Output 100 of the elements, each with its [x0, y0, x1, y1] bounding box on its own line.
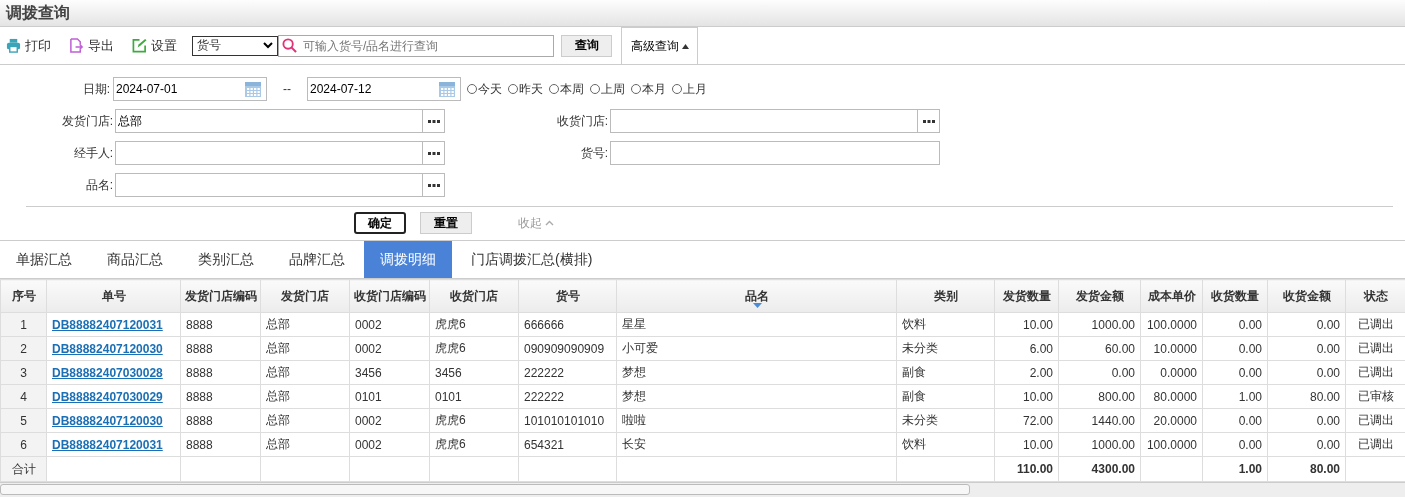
date-range-radio[interactable]: 本月 [631, 80, 666, 98]
column-header[interactable]: 收货门店 [429, 279, 519, 313]
table-cell: 800.00 [1058, 384, 1141, 409]
table-cell: 6.00 [994, 336, 1059, 361]
scrollbar-thumb[interactable] [0, 484, 970, 495]
column-header[interactable]: 货号 [518, 279, 617, 313]
table-cell: 啦啦 [616, 408, 897, 433]
date-label: 日期: [81, 80, 111, 98]
table-cell: 8888 [180, 336, 261, 361]
total-cell: 80.00 [1267, 456, 1346, 482]
table-cell: 0.00 [1267, 408, 1346, 433]
date-range-radio[interactable]: 上周 [590, 80, 625, 98]
table-cell: 0.00 [1058, 360, 1141, 385]
column-header[interactable]: 发货门店 [260, 279, 350, 313]
sort-down-icon [752, 303, 762, 308]
confirm-button[interactable]: 确定 [354, 212, 406, 234]
table-cell: 0.00 [1202, 432, 1268, 457]
calendar-icon [438, 80, 456, 98]
column-header[interactable]: 收货门店编码 [349, 279, 430, 313]
table-cell: 0.00 [1267, 432, 1346, 457]
date-range-radio[interactable]: 昨天 [508, 80, 543, 98]
table-cell: 1440.00 [1058, 408, 1141, 433]
date-range-radio[interactable]: 上月 [672, 80, 707, 98]
column-header[interactable]: 发货数量 [994, 279, 1059, 313]
table-cell: 未分类 [896, 336, 995, 361]
calendar-icon [244, 80, 262, 98]
table-cell: 总部 [260, 336, 350, 361]
table-cell: 3456 [349, 360, 430, 385]
search-icon [282, 38, 297, 53]
table-cell: 666666 [518, 312, 617, 337]
table-cell: 总部 [260, 432, 350, 457]
table-cell: 0.00 [1202, 336, 1268, 361]
table-cell: 星星 [616, 312, 897, 337]
table-cell: 副食 [896, 384, 995, 409]
column-header[interactable]: 品名 [616, 279, 897, 313]
table-cell: 8888 [180, 360, 261, 385]
table-cell: 10.00 [994, 312, 1059, 337]
tab[interactable]: 门店调拨汇总(横排) [455, 241, 609, 278]
table-cell: 副食 [896, 360, 995, 385]
table-cell: 总部 [260, 408, 350, 433]
date-field[interactable]: 2024-07-01 [113, 77, 267, 101]
advanced-query-tab[interactable]: 高级查询 [621, 27, 698, 64]
date-field[interactable]: 2024-07-12 [307, 77, 461, 101]
ellipsis-icon [922, 119, 935, 123]
column-header[interactable]: 单号 [46, 279, 181, 313]
table-cell: 0002 [349, 432, 430, 457]
table-cell: 饮料 [896, 432, 995, 457]
table-cell: 0.00 [1202, 408, 1268, 433]
tab[interactable]: 调拨明细 [364, 241, 452, 278]
table-cell: 100.0000 [1140, 312, 1203, 337]
export-button[interactable]: 导出 [69, 36, 114, 55]
page-title: 调拨查询 [6, 2, 70, 23]
date-range-radio[interactable]: 本周 [549, 80, 584, 98]
table-cell: 222222 [518, 360, 617, 385]
column-header[interactable]: 类别 [896, 279, 995, 313]
column-header[interactable]: 成本单价 [1140, 279, 1203, 313]
column-header[interactable]: 收货金额 [1267, 279, 1346, 313]
search-field[interactable]: 可输入货号/品名进行查询 [278, 34, 554, 57]
query-button[interactable]: 查询 [561, 34, 612, 57]
search-type-select[interactable]: 货号 [192, 35, 278, 56]
table-cell: 222222 [518, 384, 617, 409]
table-cell: 虎虎6 [429, 312, 519, 337]
table-cell: 长安 [616, 432, 897, 457]
column-header[interactable]: 发货金额 [1058, 279, 1141, 313]
ellipsis-icon [427, 119, 440, 123]
field-label: 发货门店: [60, 112, 114, 130]
date-range-radio[interactable]: 今天 [467, 80, 502, 98]
table-cell: 虎虎6 [429, 408, 519, 433]
column-header[interactable]: 收货数量 [1202, 279, 1268, 313]
table-cell: 0.00 [1267, 360, 1346, 385]
table-cell: 60.00 [1058, 336, 1141, 361]
table-cell: 1.00 [1202, 384, 1268, 409]
field-label: 货号: [579, 144, 609, 162]
chevron-down-icon [263, 42, 273, 49]
settings-button[interactable]: 设置 [132, 36, 177, 55]
table-cell: 0.00 [1202, 312, 1268, 337]
tab[interactable]: 品牌汇总 [273, 241, 361, 278]
chevron-up-icon [545, 220, 554, 226]
reset-button[interactable]: 重置 [420, 212, 472, 234]
field-label: 收货门店: [555, 112, 609, 130]
print-button[interactable]: 打印 [6, 36, 51, 55]
table-cell: 0101 [429, 384, 519, 409]
table-cell: 8888 [180, 408, 261, 433]
table-cell: 虎虎6 [429, 336, 519, 361]
column-header[interactable]: 序号 [0, 279, 47, 313]
column-header[interactable]: 发货门店编码 [180, 279, 261, 313]
table-cell: 虎虎6 [429, 432, 519, 457]
table-cell: 101010101010 [518, 408, 617, 433]
table-cell: 2.00 [994, 360, 1059, 385]
tab[interactable]: 类别汇总 [182, 241, 270, 278]
total-cell: 4300.00 [1058, 456, 1141, 482]
column-header[interactable]: 状态 [1345, 279, 1405, 313]
table-cell: 总部 [260, 312, 350, 337]
table-cell: 8888 [180, 384, 261, 409]
tab[interactable]: 单据汇总 [0, 241, 88, 278]
table-cell: 10.00 [994, 432, 1059, 457]
table-cell: 小可爱 [616, 336, 897, 361]
table-cell: 20.0000 [1140, 408, 1203, 433]
table-cell: 10.00 [994, 384, 1059, 409]
tab[interactable]: 商品汇总 [91, 241, 179, 278]
